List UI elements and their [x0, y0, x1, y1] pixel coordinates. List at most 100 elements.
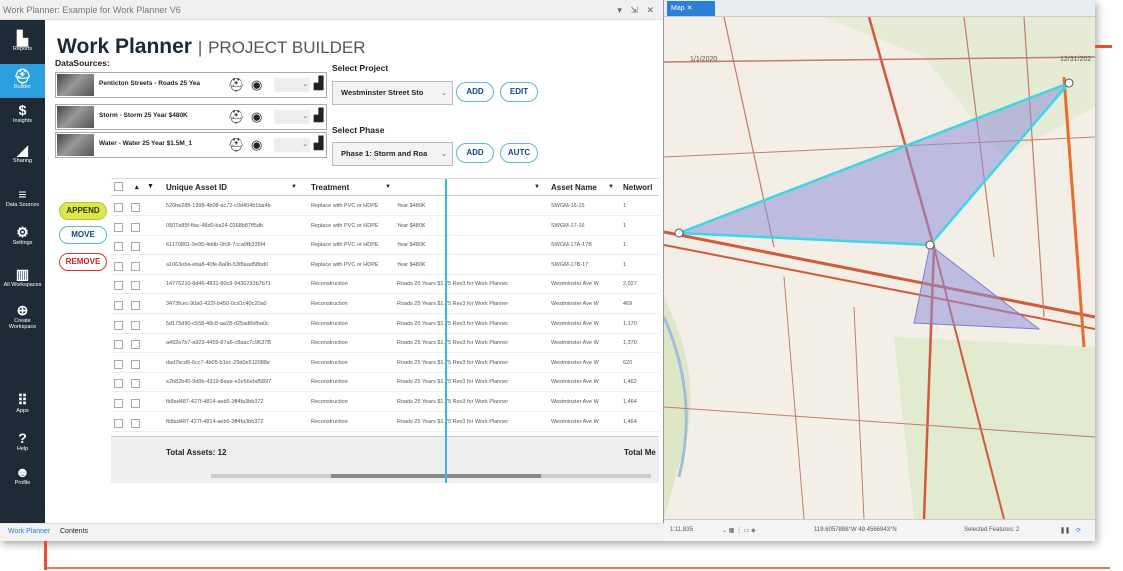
row-checkbox[interactable]: [114, 399, 123, 408]
pause-icon[interactable]: ❚❚: [1060, 527, 1070, 534]
row-checkbox[interactable]: [114, 242, 123, 252]
row-checkbox-2[interactable]: [131, 418, 140, 428]
datasource-row[interactable]: Storm - Storm 25 Year $480K ⛑ ◉ ⌄ ▟: [55, 104, 327, 130]
map-tool-icons[interactable]: ⌄ ▦ ⋮ ▭ ◈: [722, 527, 756, 534]
table-row[interactable]: a492e7b7-a923-4459-87a6-c8aac7c9637B Reco…: [111, 334, 659, 354]
map-vertex[interactable]: [925, 240, 935, 250]
eye-icon[interactable]: ◉: [251, 109, 262, 125]
select-project-dropdown[interactable]: Westminster Street Sto ⌄: [332, 81, 453, 105]
builder-icon[interactable]: ⛑: [228, 137, 245, 153]
table-row[interactable]: fb8ad487-427f-4814-aeb5-3ff4fa3bb372 Reco…: [111, 413, 659, 432]
datasource-row[interactable]: Water - Water 25 Year $1.5M_1 ⛑ ◉ ⌄ ▟: [55, 132, 327, 158]
datasource-dropdown[interactable]: ⌄: [274, 138, 310, 152]
filter-icon[interactable]: ▼: [385, 184, 391, 190]
table-row[interactable]: 0507e85f-ffac-48d0-ba24-0368b87ff5db Repl…: [111, 217, 659, 236]
map-scale[interactable]: 1:11,835: [670, 527, 693, 533]
filter-icon[interactable]: ▼: [291, 184, 297, 190]
column-resize-handle[interactable]: [445, 179, 447, 483]
row-checkbox[interactable]: [114, 203, 123, 212]
row-checkbox-2[interactable]: [131, 261, 140, 271]
row-checkbox[interactable]: [114, 340, 123, 350]
row-checkbox[interactable]: [114, 301, 123, 310]
row-checkbox-2[interactable]: [131, 359, 140, 369]
col-unique-asset-id[interactable]: Unique Asset ID: [166, 183, 227, 192]
rail-item-apps[interactable]: ⠿ Apps: [0, 388, 45, 422]
row-checkbox[interactable]: [114, 359, 123, 369]
add-phase-button[interactable]: ADD: [456, 143, 494, 163]
table-row[interactable]: 61170801-9e95-4ddb-9fc8-7cca9fb335f4 Repl…: [111, 236, 659, 256]
table-row[interactable]: 14776210-8d46-4831-80c9-9436733b7b71 Reco…: [111, 275, 659, 295]
datasource-dropdown[interactable]: ⌄: [274, 78, 310, 92]
table-row[interactable]: 526be288-1998-4b08-ac72-c0d404b1ba4b Repl…: [111, 197, 659, 216]
row-checkbox[interactable]: [114, 281, 123, 291]
tab-work-planner[interactable]: Work Planner: [8, 528, 50, 535]
append-button[interactable]: APPEND: [59, 202, 107, 220]
refresh-icon[interactable]: ⟳: [1076, 527, 1081, 534]
map-vertex[interactable]: [1064, 78, 1074, 88]
horizontal-scrollbar[interactable]: [211, 474, 651, 478]
row-checkbox[interactable]: [114, 222, 123, 232]
table-row[interactable]: e2b82b40-9d9b-4319-8eae-e2e56ebd5897 Reco…: [111, 373, 659, 393]
row-checkbox-2[interactable]: [131, 379, 140, 389]
filter-icon[interactable]: ▼: [147, 183, 154, 190]
filter-icon[interactable]: ▼: [534, 184, 540, 190]
move-button[interactable]: MOVE: [59, 226, 107, 244]
auto-phase-button[interactable]: AUTC: [500, 143, 538, 163]
datasource-row[interactable]: Penticton Streets - Roads 25 Yea ⛑ ◉ ⌄ ▟: [55, 72, 327, 98]
col-network[interactable]: Networl: [623, 183, 652, 192]
row-checkbox[interactable]: [114, 261, 123, 271]
datasource-dropdown[interactable]: ⌄: [274, 110, 310, 124]
row-checkbox-2[interactable]: [131, 301, 140, 310]
edit-project-button[interactable]: EDIT: [500, 82, 538, 102]
chart-icon[interactable]: ▟: [314, 136, 323, 150]
row-checkbox-2[interactable]: [131, 203, 140, 212]
builder-icon[interactable]: ⛑: [228, 109, 245, 125]
map-vertex[interactable]: [674, 228, 684, 238]
builder-icon[interactable]: ⛑: [228, 77, 245, 93]
cell-network: 1: [623, 242, 627, 249]
scrollbar-thumb[interactable]: [331, 474, 541, 478]
row-checkbox-2[interactable]: [131, 222, 140, 232]
select-all-checkbox[interactable]: [114, 182, 123, 191]
row-checkbox-2[interactable]: [131, 242, 140, 252]
rail-item-data-sources[interactable]: ≡ Data Sources: [0, 182, 45, 216]
table-row[interactable]: dad7bcd6-6cc7-4b05-b1ec-25d0e512088e Reco…: [111, 354, 659, 373]
chart-icon[interactable]: ▟: [314, 76, 323, 90]
row-checkbox-2[interactable]: [131, 320, 140, 330]
rail-item-builder[interactable]: ⛑ Builder: [0, 64, 45, 98]
rail-item-settings[interactable]: ⚙ Settings: [0, 220, 45, 254]
tab-map[interactable]: Map ✕: [667, 1, 715, 16]
rail-item-profile[interactable]: ☻ Profile: [0, 460, 45, 494]
table-row[interactable]: a1063eba-eba8-40fe-8a0b-53f8aad58bd0 Repl…: [111, 256, 659, 275]
filter-icon[interactable]: ▼: [608, 184, 614, 190]
col-treatment[interactable]: Treatment: [311, 183, 349, 192]
row-checkbox[interactable]: [114, 379, 123, 389]
selected-features[interactable]: Selected Features: 2: [964, 527, 1019, 533]
rail-item-create-workspace[interactable]: ⊕ Create Workspace: [0, 298, 45, 332]
table-row[interactable]: 3473fcec-90a0-422f-b450-0cd1c40c20a0 Reco…: [111, 295, 659, 314]
sort-icon[interactable]: ▴: [135, 183, 139, 191]
remove-button[interactable]: REMOVE: [59, 253, 107, 271]
tab-contents[interactable]: Contents: [60, 528, 88, 535]
rail-item-help[interactable]: ? Help: [0, 426, 45, 460]
eye-icon[interactable]: ◉: [251, 77, 262, 93]
rail-item-insights[interactable]: $ Insights: [0, 98, 45, 132]
col-asset-name[interactable]: Asset Name: [551, 183, 597, 192]
eye-icon[interactable]: ◉: [251, 137, 262, 153]
map-canvas[interactable]: 1/1/2020 12/31/202: [664, 17, 1095, 519]
row-checkbox-2[interactable]: [131, 340, 140, 350]
row-checkbox[interactable]: [114, 418, 123, 428]
rail-item-reports[interactable]: ▙ Reports: [0, 26, 45, 60]
table-row[interactable]: fb8ad487-427f-4814-aeb5-3ff4fa3bb372 Reco…: [111, 393, 659, 412]
row-checkbox-2[interactable]: [131, 281, 140, 291]
rail-item-all-workspaces[interactable]: ▥ All Workspaces: [0, 262, 45, 296]
chart-icon[interactable]: ▟: [314, 108, 323, 122]
row-checkbox[interactable]: [114, 320, 123, 330]
cell-asset-id: 5d175d90-c558-48c8-aa28-d25ad6bfba0c: [166, 320, 269, 327]
row-checkbox-2[interactable]: [131, 399, 140, 408]
table-row[interactable]: 5d175d90-c558-48c8-aa28-d25ad6bfba0c Reco…: [111, 315, 659, 334]
add-project-button[interactable]: ADD: [456, 82, 494, 102]
window-controls[interactable]: ▾ ⇲ ✕: [617, 0, 657, 20]
select-phase-dropdown[interactable]: Phase 1: Storm and Roa ⌄: [332, 142, 453, 166]
rail-item-sharing[interactable]: ◢ Sharing: [0, 138, 45, 172]
